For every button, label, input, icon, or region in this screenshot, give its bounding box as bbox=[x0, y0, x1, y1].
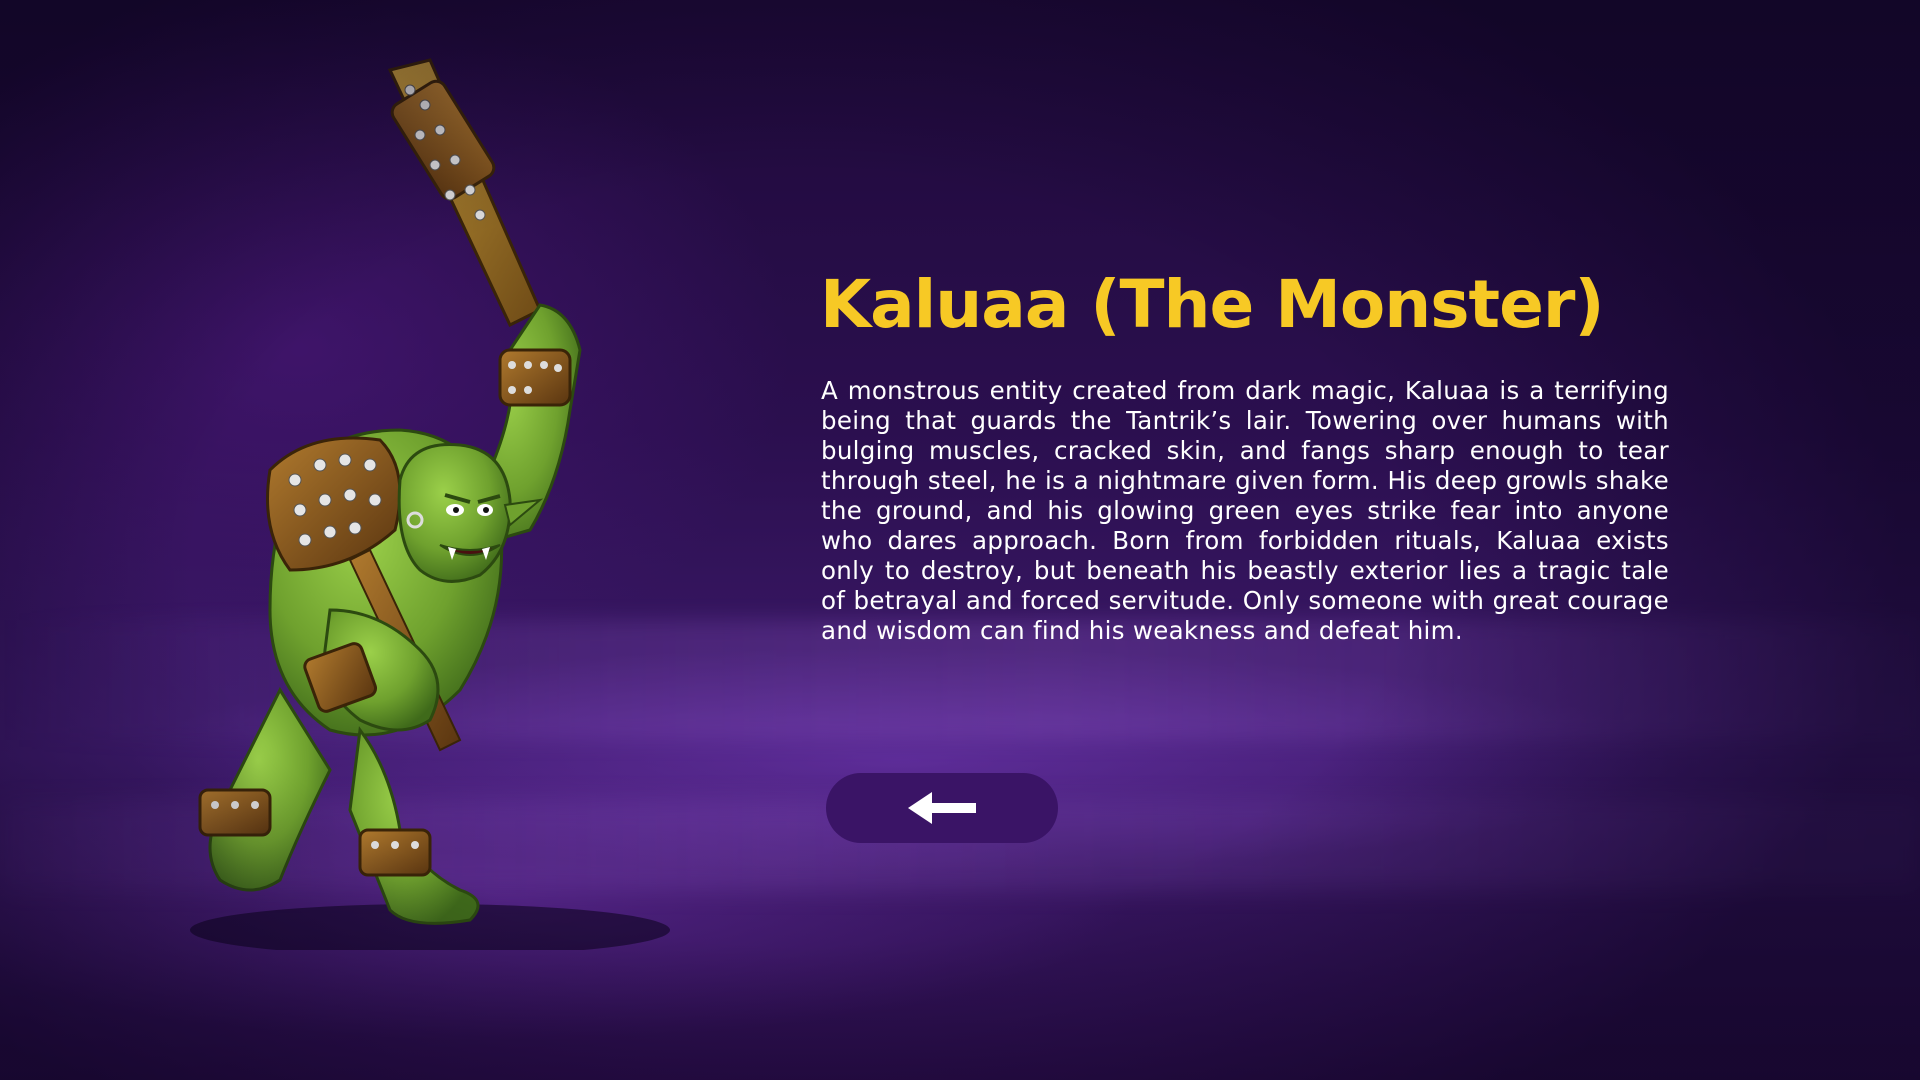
character-title: Kaluaa (The Monster) bbox=[820, 266, 1605, 343]
arrow-left-icon bbox=[908, 792, 976, 824]
ogre-character-illustration bbox=[190, 58, 670, 950]
back-button[interactable] bbox=[826, 773, 1058, 843]
wrist-cuff bbox=[498, 348, 572, 407]
front-ankle-cuff bbox=[358, 828, 432, 877]
spiked-club-icon bbox=[387, 58, 542, 328]
front-leg bbox=[348, 726, 480, 925]
character-description: A monstrous entity created from dark mag… bbox=[821, 376, 1669, 645]
game-screen: Kaluaa (The Monster) A monstrous entity … bbox=[0, 0, 1920, 1080]
back-ankle-cuff bbox=[198, 788, 272, 837]
